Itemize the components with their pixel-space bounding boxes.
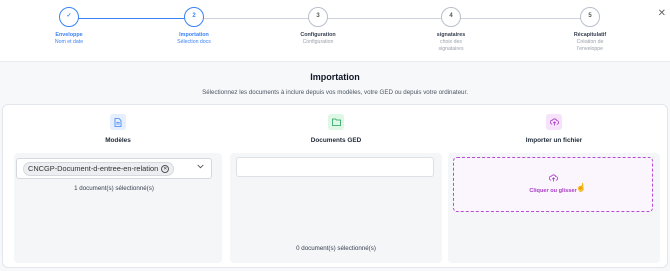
upload-arrow-icon [454, 174, 652, 184]
step-subtitle: Création de l'enveloppe [576, 39, 604, 52]
step-title: Importation [179, 32, 209, 38]
folder-icon [328, 114, 344, 130]
file-dropzone[interactable]: Cliquer ou glisser ☝ [453, 157, 653, 212]
step-importation[interactable]: 2 Importation Sélection docs [154, 7, 234, 46]
models-column: Modèles CNCGP-Document-d-entree-en-relat… [12, 105, 224, 269]
step-recapitulatif[interactable]: 5 Récapitulatif Création de l'enveloppe [550, 7, 630, 52]
step-subtitle: Sélection docs [177, 39, 211, 45]
step-number: 3 [308, 7, 328, 27]
upload-area: Cliquer ou glisser ☝ [448, 153, 660, 263]
upload-column: Importer un fichier Cliquer ou glisser ☝ [446, 105, 662, 269]
selected-document-chip: CNCGP-Document-d-entree-en-relation ✕ [23, 162, 175, 176]
document-icon [110, 114, 126, 130]
upload-title: Importer un fichier [525, 137, 583, 144]
ged-count: 0 document(s) sélectionné(s) [296, 245, 376, 252]
step-subtitle: choix des signataires [438, 39, 464, 52]
step-number: 2 [184, 7, 204, 27]
page-header: Importation Sélectionnez les documents à… [0, 72, 670, 96]
check-icon: ✓ [59, 7, 79, 27]
stepper-bar: ✓ Enveloppe Nom et date 2 Importation Sé… [0, 0, 670, 62]
page-description: Sélectionnez les documents à inclure dep… [202, 89, 468, 96]
models-area: CNCGP-Document-d-entree-en-relation ✕ 1 d… [14, 153, 222, 263]
step-enveloppe[interactable]: ✓ Enveloppe Nom et date [29, 7, 109, 46]
step-title: signataires [436, 32, 466, 38]
remove-chip-icon[interactable]: ✕ [161, 165, 170, 173]
step-number: 5 [580, 7, 600, 27]
import-panel: Modèles CNCGP-Document-d-entree-en-relat… [2, 104, 668, 268]
step-subtitle: Configuration [302, 39, 334, 45]
dropzone-label: Cliquer ou glisser [529, 188, 577, 194]
close-icon[interactable]: ✕ [658, 8, 666, 19]
chip-label: CNCGP-Document-d-entree-en-relation [28, 164, 159, 173]
ged-column: Documents GED 0 document(s) sélectionné(… [230, 105, 442, 269]
step-subtitle: Nom et date [54, 39, 84, 45]
page-title: Importation [310, 72, 360, 82]
step-signataires[interactable]: 4 signataires choix des signataires [411, 7, 491, 52]
models-select[interactable]: CNCGP-Document-d-entree-en-relation ✕ [16, 158, 212, 179]
ged-title: Documents GED [310, 137, 362, 144]
chevron-down-icon[interactable] [197, 164, 204, 171]
step-title: Récapitulatif [573, 32, 607, 38]
ged-area: 0 document(s) sélectionné(s) [230, 153, 442, 263]
upload-icon [546, 114, 562, 130]
step-title: Configuration [300, 32, 336, 38]
hand-cursor-icon: ☝ [576, 183, 586, 192]
step-number: 4 [441, 7, 461, 27]
models-title: Modèles [105, 137, 131, 144]
models-count: 1 document(s) sélectionné(s) [74, 185, 154, 192]
step-title: Enveloppe [55, 32, 83, 38]
ged-search-input[interactable] [236, 157, 434, 177]
step-configuration[interactable]: 3 Configuration Configuration [278, 7, 358, 46]
